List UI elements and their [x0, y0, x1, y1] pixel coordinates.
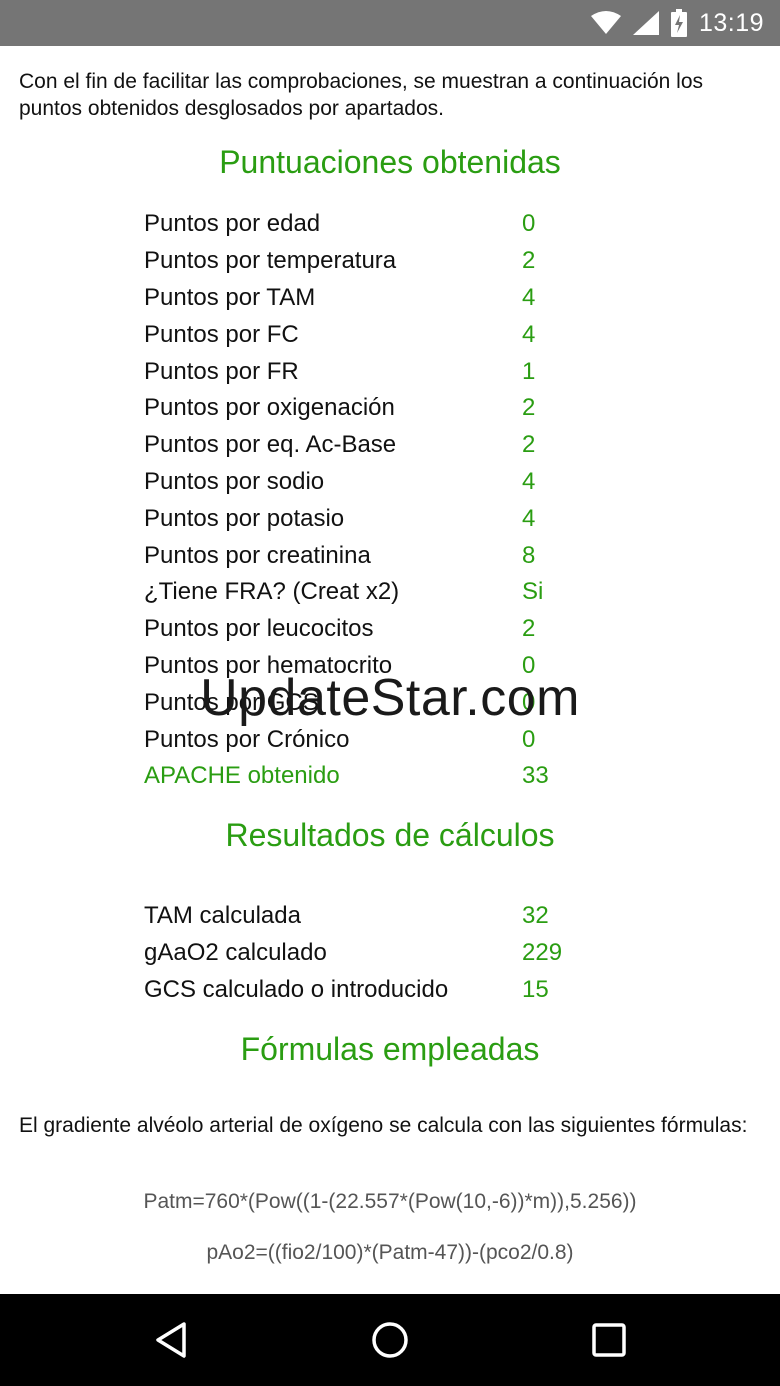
score-value: 2: [522, 431, 536, 459]
score-value: 2: [522, 247, 536, 275]
score-row: ¿Tiene FRA? (Creat x2) Si: [144, 574, 664, 611]
score-label: Puntos por oxigenación: [144, 394, 395, 422]
score-row: Puntos por FC 4: [144, 316, 664, 353]
score-value: 4: [522, 504, 536, 532]
score-label: Puntos por sodio: [144, 467, 325, 495]
apache-total-label: APACHE obtenido: [144, 762, 340, 790]
recents-icon: [592, 1323, 626, 1357]
score-value: 4: [522, 467, 536, 495]
score-row: Puntos por TAM 4: [144, 280, 664, 317]
score-label: Puntos por creatinina: [144, 541, 371, 569]
score-row: Puntos por Crónico 0: [144, 721, 664, 758]
scores-title: Puntuaciones obtenidas: [219, 144, 561, 180]
score-value: 2: [522, 615, 536, 643]
score-row: Puntos por GCS 0: [144, 684, 664, 721]
score-row: Puntos por leucocitos 2: [144, 611, 664, 648]
score-label: Puntos por Crónico: [144, 725, 350, 753]
result-row: gAaO2 calculado 229: [144, 935, 664, 972]
content-scroll-area[interactable]: Con el fin de facilitar las comprobacion…: [0, 46, 780, 1294]
wifi-icon: [590, 11, 621, 34]
score-label: Puntos por potasio: [144, 504, 345, 532]
score-row: Puntos por edad 0: [144, 206, 664, 243]
score-row: Puntos por sodio 4: [144, 464, 664, 501]
score-value: 4: [522, 283, 536, 311]
apache-total-value: 33: [522, 762, 549, 790]
recents-button[interactable]: [585, 1316, 633, 1364]
score-label: Puntos por FC: [144, 320, 299, 348]
score-label: Puntos por edad: [144, 210, 321, 238]
back-icon: [156, 1322, 186, 1358]
formulas-title: Fórmulas empleadas: [240, 1031, 540, 1067]
score-value: 0: [522, 688, 536, 716]
result-row: GCS calculado o introducido 15: [144, 972, 664, 1009]
home-icon: [372, 1322, 408, 1358]
results-title: Resultados de cálculos: [225, 817, 555, 853]
results-list: TAM calculada 32 gAaO2 calculado 229 GCS c…: [144, 898, 664, 1008]
score-label: Puntos por leucocitos: [144, 615, 374, 643]
result-label: gAaO2 calculado: [144, 939, 327, 967]
score-row: Puntos por oxigenación 2: [144, 390, 664, 427]
score-value: Si: [522, 578, 544, 606]
score-value: 0: [522, 651, 536, 679]
home-button[interactable]: [366, 1316, 414, 1364]
formula-patm: Patm=760*(Pow((1-(22.557*(Pow(10,-6))*m)…: [143, 1190, 637, 1213]
score-value: 0: [522, 210, 536, 238]
score-label: Puntos por eq. Ac-Base: [144, 431, 397, 459]
back-button[interactable]: [147, 1316, 195, 1364]
result-value: 15: [522, 975, 549, 1003]
score-label: ¿Tiene FRA? (Creat x2): [144, 578, 400, 606]
score-value: 2: [522, 394, 536, 422]
score-row: Puntos por creatinina 8: [144, 537, 664, 574]
result-row: TAM calculada 32: [144, 898, 664, 935]
score-value: 4: [522, 320, 536, 348]
result-label: GCS calculado o introducido: [144, 975, 449, 1003]
status-time: 13:19: [698, 8, 764, 37]
score-value: 0: [522, 725, 536, 753]
formula-pao2: pAo2=((fio2/100)*(Patm-47))-(pco2/0.8): [206, 1241, 574, 1264]
result-value: 229: [522, 939, 563, 967]
score-label: Puntos por FR: [144, 357, 299, 385]
signal-icon: [632, 11, 659, 35]
battery-charging-icon: [670, 9, 687, 37]
apache-total-row: APACHE obtenido 33: [144, 758, 664, 795]
intro-text: Con el fin de facilitar las comprobacion…: [19, 70, 704, 120]
navigation-bar: [0, 1294, 780, 1386]
score-label: Puntos por hematocrito: [144, 651, 393, 679]
result-label: TAM calculada: [144, 902, 301, 930]
score-label: Puntos por GCS: [144, 688, 319, 716]
status-bar: 13:19: [0, 0, 780, 46]
score-row: Puntos por potasio 4: [144, 500, 664, 537]
score-label: Puntos por TAM: [144, 283, 316, 311]
score-value: 8: [522, 541, 536, 569]
status-icons: 13:19: [590, 0, 764, 46]
score-row: Puntos por FR 1: [144, 353, 664, 390]
scores-list: Puntos por edad 0 Puntos por temperatura 2…: [144, 206, 664, 795]
score-row: Puntos por temperatura 2: [144, 243, 664, 280]
result-value: 32: [522, 902, 549, 930]
score-value: 1: [522, 357, 536, 385]
formulas-intro: El gradiente alvéolo arterial de oxígeno…: [19, 1114, 748, 1137]
score-row: Puntos por hematocrito 0: [144, 648, 664, 685]
score-label: Puntos por temperatura: [144, 247, 397, 275]
score-row: Puntos por eq. Ac-Base 2: [144, 427, 664, 464]
